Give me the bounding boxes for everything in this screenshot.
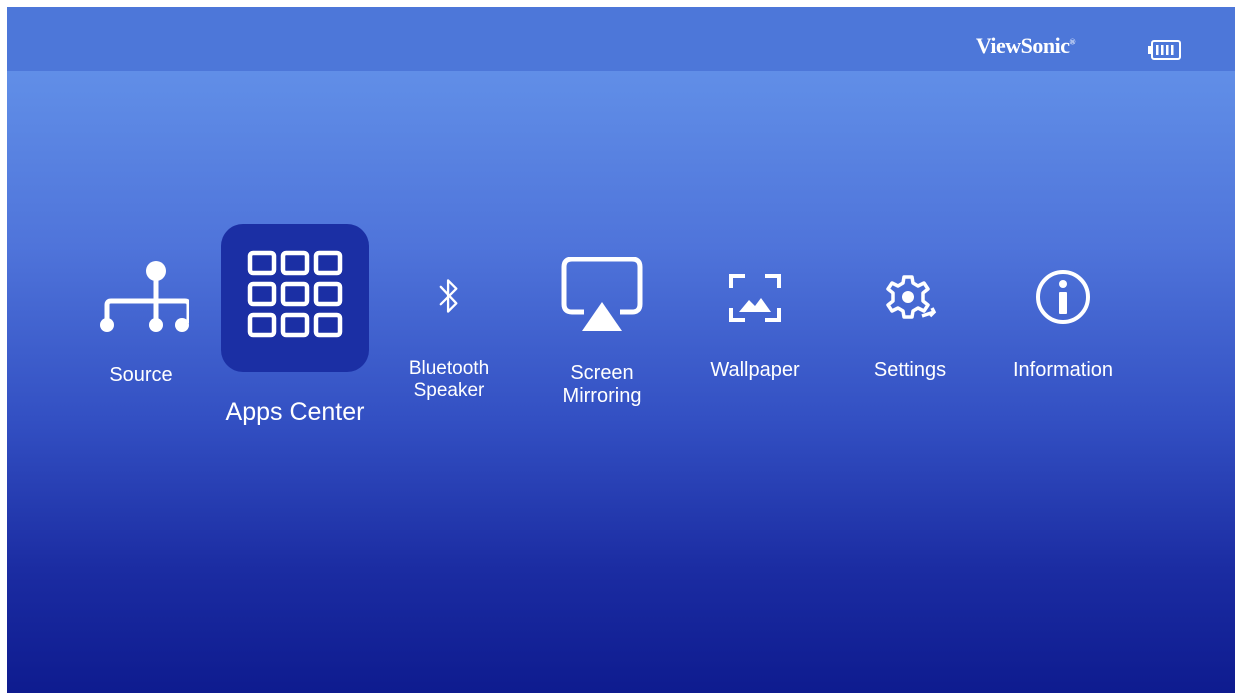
menu-item-label: Wallpaper: [710, 359, 800, 381]
wallpaper-icon: [729, 274, 781, 322]
menu-item-settings[interactable]: Settings: [850, 269, 970, 409]
menu-item-screen-mirroring[interactable]: Screen Mirroring: [542, 257, 662, 427]
menu-item-label: Bluetooth Speaker: [408, 358, 490, 401]
menu-item-apps-center[interactable]: Apps Center: [211, 224, 379, 426]
menu-item-label: Information: [1012, 359, 1114, 381]
menu-item-source[interactable]: Source: [81, 257, 201, 397]
menu-item-wallpaper[interactable]: Wallpaper: [695, 269, 815, 409]
menu-item-label: Apps Center: [225, 398, 365, 426]
bluetooth-icon: [439, 279, 458, 313]
menu-item-bluetooth-speaker[interactable]: Bluetooth Speaker: [389, 269, 509, 409]
menu-item-label: Screen Mirroring: [562, 362, 642, 407]
source-tree-icon: [100, 261, 189, 332]
home-screen: ViewSonic® Source Apps Center Bluetooth …: [7, 7, 1235, 693]
brand-logo: ViewSonic®: [975, 33, 1076, 58]
gear-icon: [886, 275, 937, 319]
menu-item-label: Settings: [873, 359, 947, 381]
battery-full-icon: [1148, 40, 1181, 60]
menu-item-label: Source: [109, 364, 173, 386]
menu-item-information[interactable]: Information: [1003, 269, 1123, 409]
apps-grid-icon: [247, 250, 343, 338]
top-bar: ViewSonic®: [7, 7, 1235, 71]
info-icon: [1036, 270, 1090, 324]
screen-mirroring-icon: [561, 257, 643, 331]
